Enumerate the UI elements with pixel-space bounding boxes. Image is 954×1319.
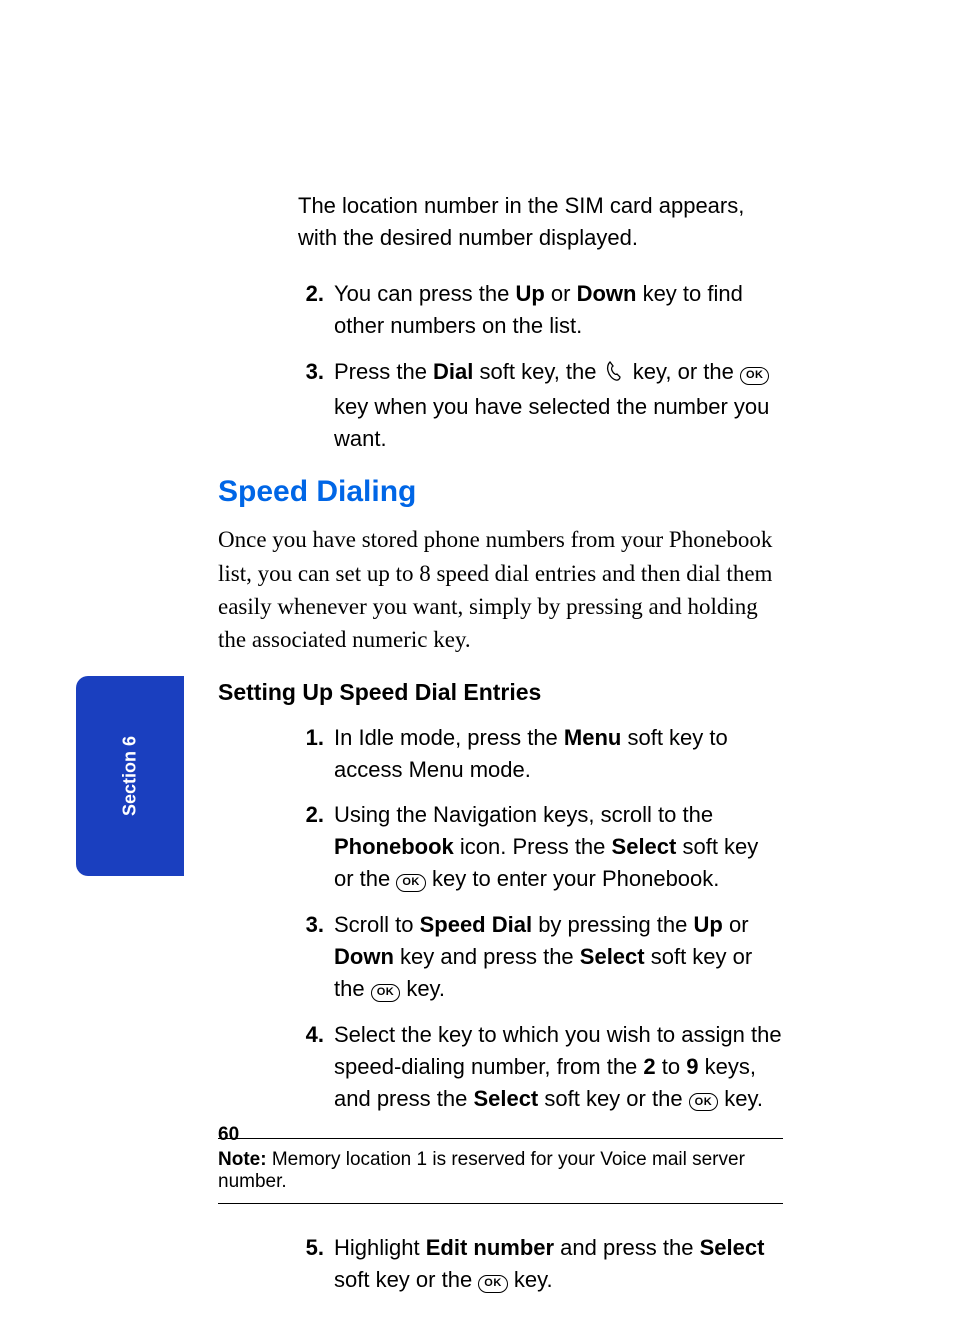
note-block: Note: Memory location 1 is reserved for … — [218, 1138, 783, 1204]
subheading-setup: Setting Up Speed Dial Entries — [218, 679, 783, 706]
bold-text: Down — [334, 944, 394, 969]
bold-text: Menu — [564, 725, 621, 750]
bold-text: Speed Dial — [420, 912, 532, 937]
intro-paragraph: The location number in the SIM card appe… — [298, 190, 783, 254]
text: key and press the — [394, 944, 580, 969]
text: You can press the — [334, 281, 515, 306]
list-item: 1. In Idle mode, press the Menu soft key… — [298, 722, 783, 786]
list-item: 3. Scroll to Speed Dial by pressing the … — [298, 909, 783, 1005]
list-body: In Idle mode, press the Menu soft key to… — [334, 722, 783, 786]
text: key. — [400, 976, 445, 1001]
text: or — [545, 281, 577, 306]
list-number: 3. — [298, 356, 324, 456]
text: key. — [718, 1086, 763, 1111]
list-item: 2. You can press the Up or Down key to f… — [298, 278, 783, 342]
list-item: 3. Press the Dial soft key, the key, or … — [298, 356, 783, 456]
list-body: Press the Dial soft key, the key, or the… — [334, 356, 783, 456]
text: Scroll to — [334, 912, 420, 937]
ok-key-icon: OK — [689, 1093, 719, 1111]
bold-text: Select — [700, 1235, 765, 1260]
bold-text: 9 — [686, 1054, 698, 1079]
text: icon. Press the — [454, 834, 612, 859]
text: or — [723, 912, 749, 937]
list-number: 2. — [298, 278, 324, 342]
page-number: 60 — [218, 1124, 239, 1146]
handset-icon — [603, 359, 627, 392]
list-body: Using the Navigation keys, scroll to the… — [334, 799, 783, 895]
text: soft key or the — [334, 1267, 478, 1292]
list-a: 2. You can press the Up or Down key to f… — [298, 278, 783, 455]
list-number: 4. — [298, 1019, 324, 1115]
note-text: Memory location 1 is reserved for your V… — [218, 1149, 745, 1192]
text: to — [656, 1054, 687, 1079]
list-item: 2. Using the Navigation keys, scroll to … — [298, 799, 783, 895]
ok-key-icon: OK — [478, 1275, 508, 1293]
text: by pressing the — [532, 912, 693, 937]
text: key when you have selected the number yo… — [334, 394, 769, 451]
list-b-cont: 5. Highlight Edit number and press the S… — [298, 1232, 783, 1296]
ok-key-icon: OK — [371, 984, 401, 1002]
bold-text: Select — [612, 834, 677, 859]
list-body: You can press the Up or Down key to find… — [334, 278, 783, 342]
list-number: 1. — [298, 722, 324, 786]
text: Press the — [334, 359, 433, 384]
text: Highlight — [334, 1235, 426, 1260]
text: soft key, the — [473, 359, 602, 384]
bold-text: Select — [473, 1086, 538, 1111]
list-number: 2. — [298, 799, 324, 895]
text: key. — [508, 1267, 553, 1292]
content-area: The location number in the SIM card appe… — [218, 190, 783, 1310]
text: key to enter your Phonebook. — [426, 866, 720, 891]
intro-serif-paragraph: Once you have stored phone numbers from … — [218, 523, 783, 656]
bold-text: Down — [577, 281, 637, 306]
bold-text: Edit number — [426, 1235, 554, 1260]
list-b: 1. In Idle mode, press the Menu soft key… — [298, 722, 783, 1115]
section-tab-label: Section 6 — [120, 736, 141, 816]
ok-key-icon: OK — [740, 367, 770, 385]
heading-speed-dialing: Speed Dialing — [218, 475, 783, 509]
page: Section 6 The location number in the SIM… — [0, 0, 954, 1319]
list-number: 3. — [298, 909, 324, 1005]
list-number: 5. — [298, 1232, 324, 1296]
text: In Idle mode, press the — [334, 725, 564, 750]
list-item: 4. Select the key to which you wish to a… — [298, 1019, 783, 1115]
text: key, or the — [633, 359, 740, 384]
section-tab: Section 6 — [76, 676, 184, 876]
note-label: Note: — [218, 1149, 267, 1170]
text: Using the Navigation keys, scroll to the — [334, 802, 713, 827]
list-body: Highlight Edit number and press the Sele… — [334, 1232, 783, 1296]
text: and press the — [554, 1235, 700, 1260]
ok-key-icon: OK — [396, 874, 426, 892]
text: soft key or the — [538, 1086, 688, 1111]
list-item: 5. Highlight Edit number and press the S… — [298, 1232, 783, 1296]
bold-text: Dial — [433, 359, 473, 384]
bold-text: Up — [515, 281, 544, 306]
bold-text: Phonebook — [334, 834, 454, 859]
bold-text: Select — [580, 944, 645, 969]
list-body: Select the key to which you wish to assi… — [334, 1019, 783, 1115]
bold-text: 2 — [643, 1054, 655, 1079]
bold-text: Up — [694, 912, 723, 937]
list-body: Scroll to Speed Dial by pressing the Up … — [334, 909, 783, 1005]
